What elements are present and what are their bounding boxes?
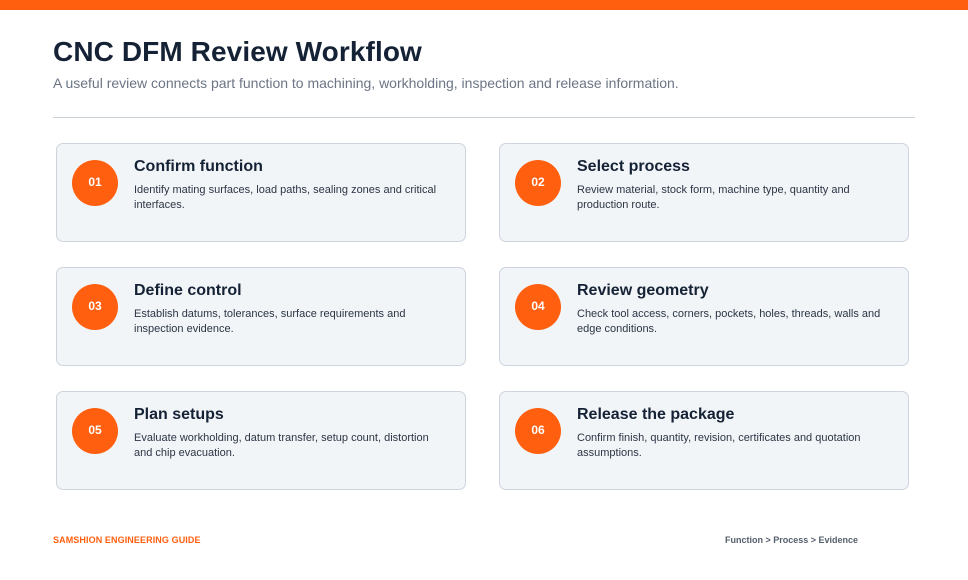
page-title: CNC DFM Review Workflow — [53, 36, 422, 67]
step-description: Check tool access, corners, pockets, hol… — [577, 308, 881, 335]
step-description: Establish datums, tolerances, surface re… — [134, 308, 406, 335]
step-number-badge: 03 — [72, 284, 118, 330]
step-title: Plan setups — [134, 406, 224, 423]
top-accent-bar — [0, 0, 968, 10]
step-number-badge: 06 — [515, 408, 561, 454]
step-card-01: 01 Confirm function Identify mating surf… — [56, 143, 466, 242]
step-card-05: 05 Plan setups Evaluate workholding, dat… — [56, 391, 466, 490]
step-card-06: 06 Release the package Confirm finish, q… — [499, 391, 909, 490]
step-title: Define control — [134, 282, 242, 299]
step-card-02: 02 Select process Review material, stock… — [499, 143, 909, 242]
step-title: Release the package — [577, 406, 735, 423]
step-card-04: 04 Review geometry Check tool access, co… — [499, 267, 909, 366]
step-card-03: 03 Define control Establish datums, tole… — [56, 267, 466, 366]
page-subtitle: A useful review connects part function t… — [53, 75, 679, 91]
step-description: Confirm finish, quantity, revision, cert… — [577, 432, 861, 459]
step-number-badge: 02 — [515, 160, 561, 206]
step-number-badge: 04 — [515, 284, 561, 330]
footer-brand: SAMSHION ENGINEERING GUIDE — [53, 535, 201, 545]
step-description: Identify mating surfaces, load paths, se… — [134, 184, 437, 211]
header-divider — [53, 117, 915, 118]
step-title: Confirm function — [134, 158, 263, 175]
step-title: Select process — [577, 158, 690, 175]
step-number-badge: 05 — [72, 408, 118, 454]
step-title: Review geometry — [577, 282, 709, 299]
step-description: Review material, stock form, machine typ… — [577, 184, 850, 211]
step-description: Evaluate workholding, datum transfer, se… — [134, 432, 429, 459]
step-number-badge: 01 — [72, 160, 118, 206]
footer-flow: Function > Process > Evidence — [725, 535, 859, 545]
